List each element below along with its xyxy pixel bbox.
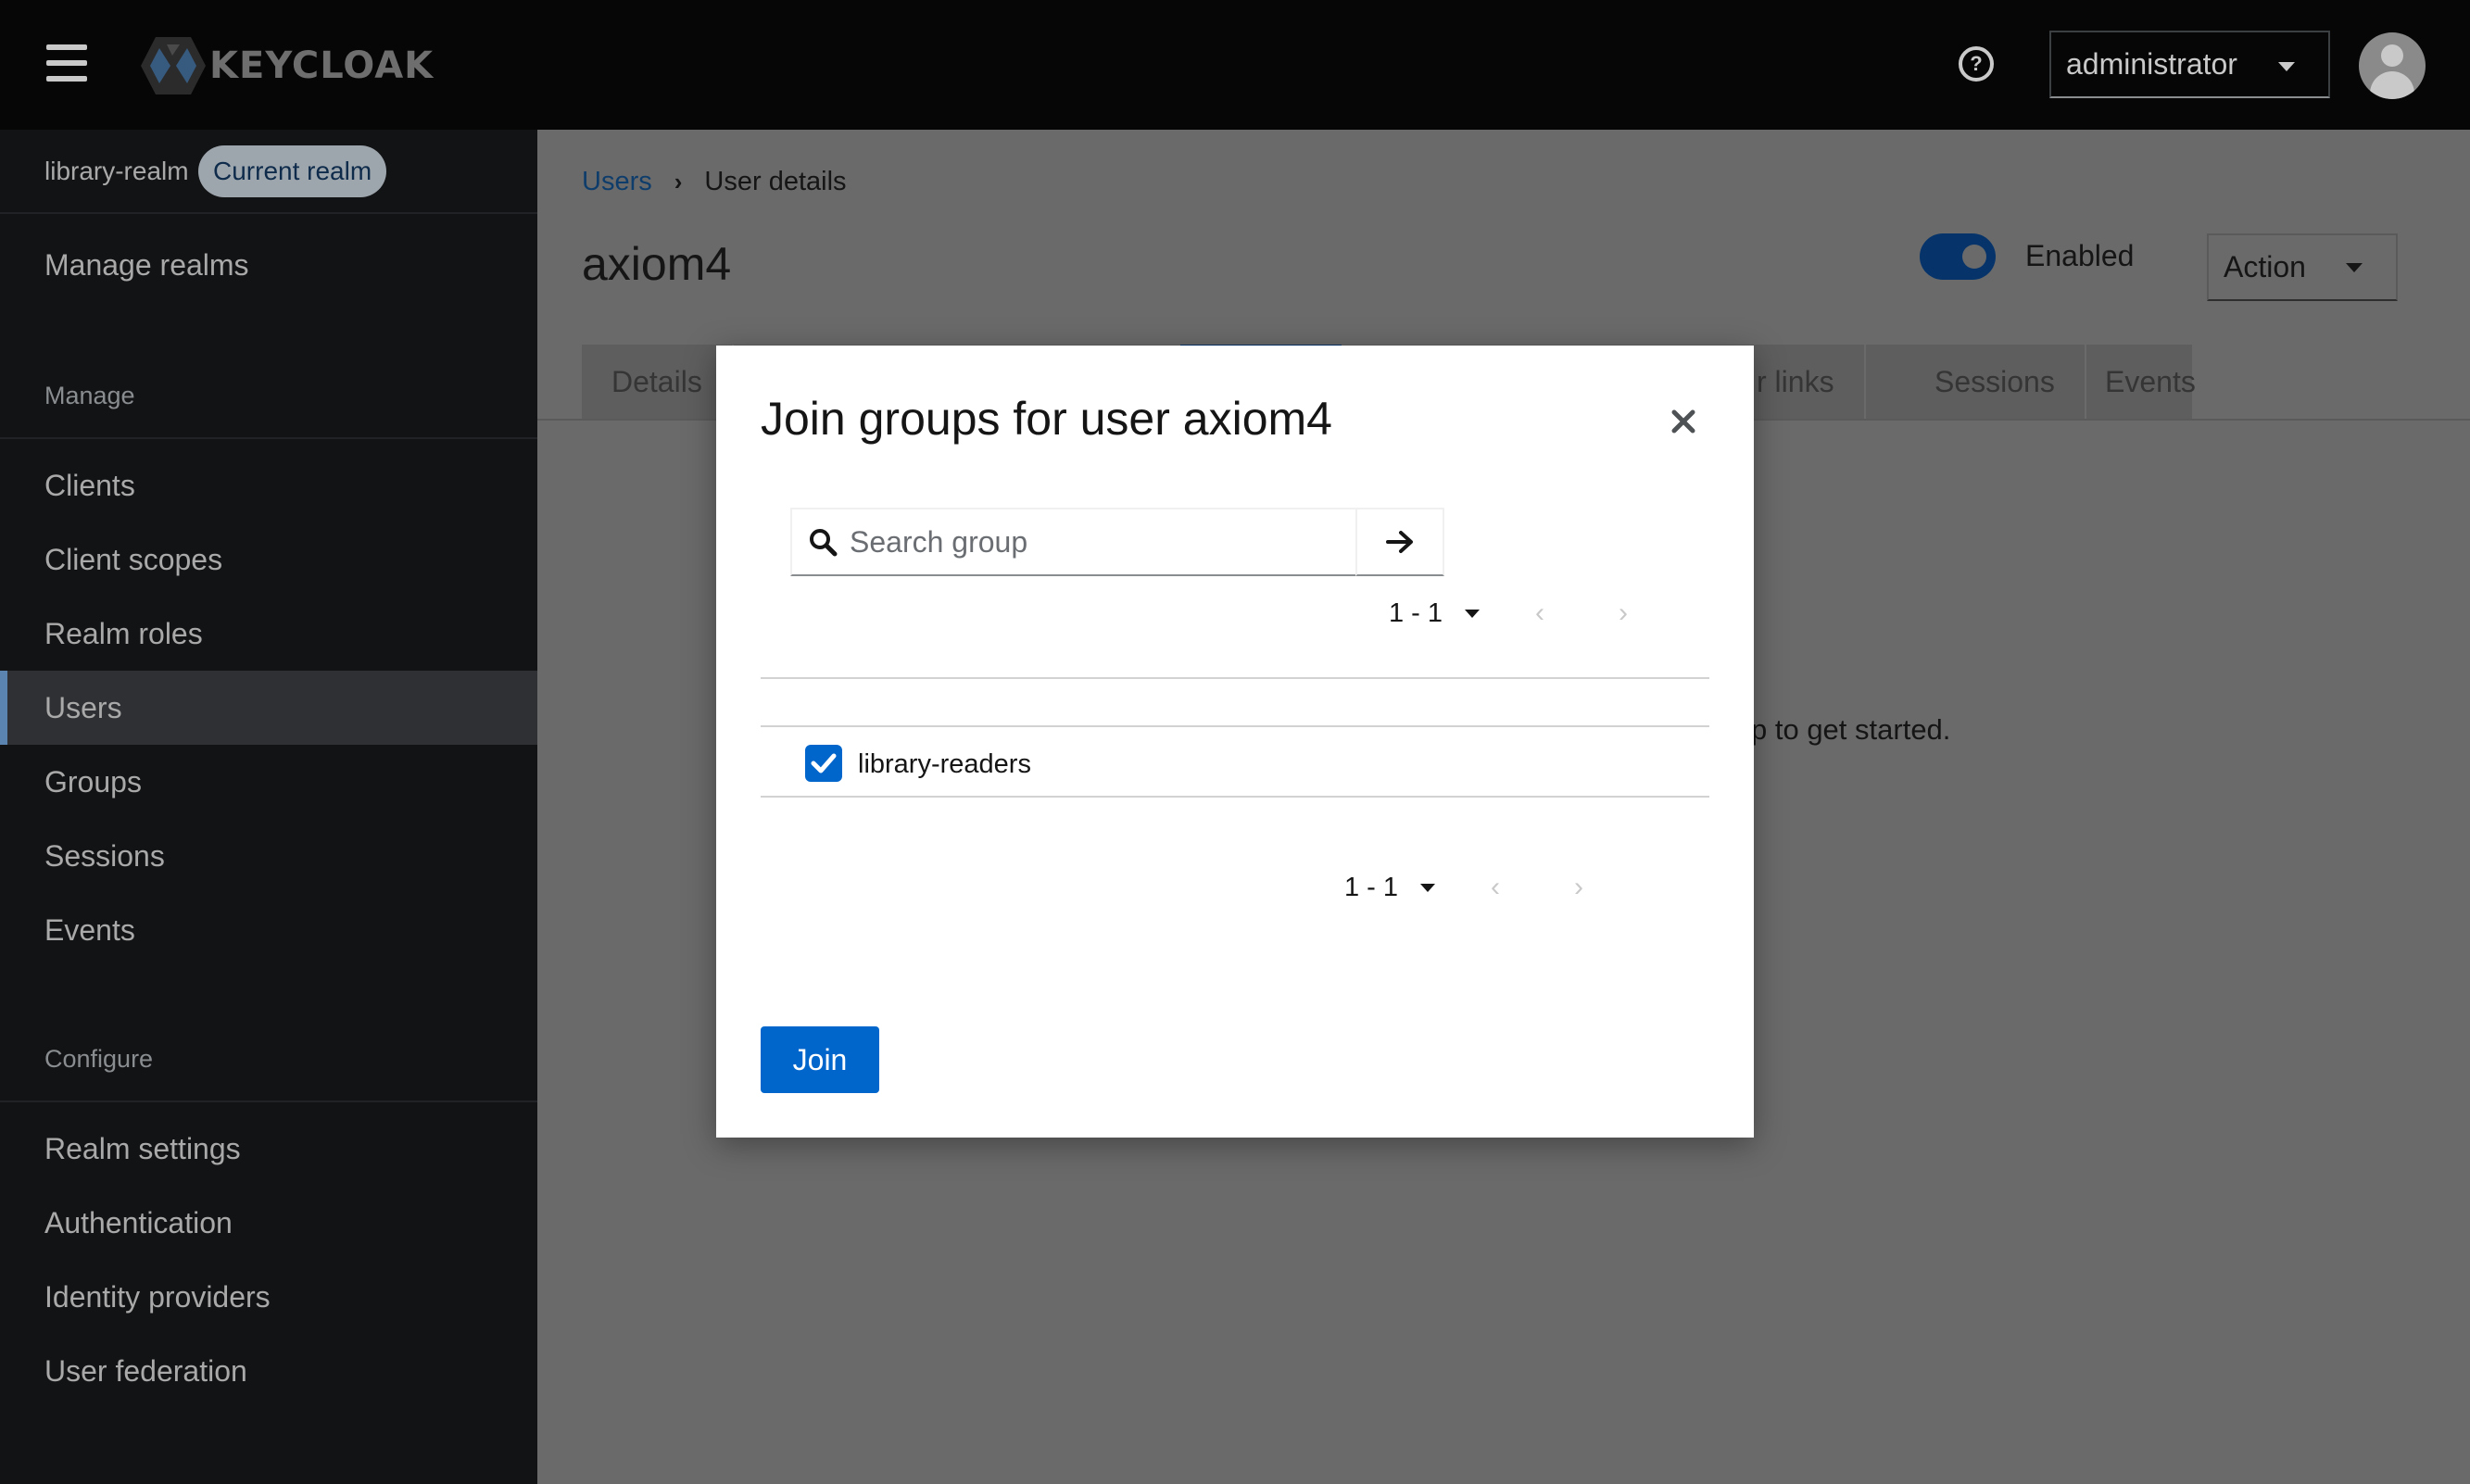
realm-name: library-realm bbox=[44, 157, 189, 185]
breadcrumb: Users › User details bbox=[582, 167, 847, 197]
prev-page-icon[interactable]: ‹ bbox=[1535, 597, 1544, 629]
realm-selector[interactable]: library-realm Current realm bbox=[0, 130, 537, 214]
help-icon[interactable]: ? bbox=[1959, 46, 1994, 82]
close-icon[interactable] bbox=[1665, 403, 1702, 440]
tab-identity-provider-links[interactable]: r links bbox=[1757, 345, 1866, 419]
pagination-bottom: 1 - 1 ‹ › bbox=[1344, 872, 1583, 903]
group-checkbox[interactable] bbox=[805, 745, 842, 782]
logo-text: KEYCLOAK bbox=[209, 44, 435, 87]
enabled-label: Enabled bbox=[2025, 239, 2135, 272]
hamburger-menu-icon[interactable] bbox=[46, 44, 87, 82]
search-group-box bbox=[790, 508, 1444, 576]
empty-state-text: p to get started. bbox=[1751, 713, 1951, 746]
search-group-input[interactable] bbox=[850, 524, 1267, 560]
table-row: library-readers bbox=[761, 727, 1709, 799]
prev-page-icon[interactable]: ‹ bbox=[1491, 872, 1500, 903]
nav-item-users[interactable]: Users bbox=[44, 691, 122, 725]
arrow-right-icon bbox=[1386, 531, 1413, 553]
table-row-rule bbox=[761, 796, 1709, 798]
checkmark-icon bbox=[811, 753, 837, 773]
nav-item-realm-settings[interactable]: Realm settings bbox=[44, 1132, 241, 1166]
nav-divider bbox=[0, 1100, 537, 1102]
keycloak-logo[interactable]: KEYCLOAK bbox=[139, 35, 434, 96]
pagination-top: 1 - 1 ‹ › bbox=[1389, 597, 1628, 629]
nav-item-realm-roles[interactable]: Realm roles bbox=[44, 617, 203, 651]
nav-item-identity-providers[interactable]: Identity providers bbox=[44, 1280, 271, 1314]
breadcrumb-users-link[interactable]: Users bbox=[582, 167, 652, 197]
tab-details[interactable]: Details bbox=[582, 345, 734, 419]
user-dropdown-label: administrator bbox=[2066, 47, 2237, 81]
join-button[interactable]: Join bbox=[761, 1026, 879, 1093]
nav-item-events[interactable]: Events bbox=[44, 913, 135, 948]
enabled-toggle[interactable] bbox=[1920, 233, 1996, 280]
caret-down-icon bbox=[2278, 62, 2295, 71]
pagination-range[interactable]: 1 - 1 bbox=[1344, 873, 1398, 903]
sidebar: library-realm Current realm Manage realm… bbox=[0, 130, 537, 1484]
next-page-icon[interactable]: › bbox=[1619, 597, 1628, 629]
current-realm-badge: Current realm bbox=[198, 145, 387, 197]
search-submit-button[interactable] bbox=[1355, 508, 1444, 576]
caret-down-icon[interactable] bbox=[1420, 883, 1436, 892]
nav-manage-realms[interactable]: Manage realms bbox=[44, 248, 249, 283]
table-header-rule bbox=[761, 677, 1709, 679]
pagination-range[interactable]: 1 - 1 bbox=[1389, 598, 1443, 629]
nav-section-manage: Manage bbox=[44, 382, 135, 409]
action-dropdown[interactable]: Action bbox=[2207, 233, 2398, 301]
nav-divider bbox=[0, 437, 537, 439]
tab-events[interactable]: Events bbox=[2075, 345, 2227, 419]
toggle-knob bbox=[1962, 245, 1986, 269]
nav-item-sessions[interactable]: Sessions bbox=[44, 839, 165, 874]
action-dropdown-label: Action bbox=[2224, 250, 2306, 283]
nav-section-configure: Configure bbox=[44, 1045, 154, 1073]
nav-item-client-scopes[interactable]: Client scopes bbox=[44, 543, 222, 577]
nav-item-clients[interactable]: Clients bbox=[44, 469, 135, 503]
nav-item-user-federation[interactable]: User federation bbox=[44, 1354, 247, 1389]
breadcrumb-current: User details bbox=[704, 167, 847, 196]
modal-title: Join groups for user axiom4 bbox=[761, 393, 1332, 445]
masthead: KEYCLOAK ? administrator bbox=[0, 0, 2470, 130]
group-name: library-readers bbox=[858, 749, 1031, 779]
user-dropdown[interactable]: administrator bbox=[2049, 31, 2330, 98]
next-page-icon[interactable]: › bbox=[1574, 872, 1583, 903]
avatar-body bbox=[2370, 71, 2414, 99]
join-groups-modal: Join groups for user axiom4 1 - 1 ‹ › bbox=[716, 346, 1754, 1138]
caret-down-icon bbox=[2346, 263, 2363, 272]
nav-item-authentication[interactable]: Authentication bbox=[44, 1206, 233, 1240]
nav-item-groups[interactable]: Groups bbox=[44, 765, 142, 799]
search-icon bbox=[805, 524, 840, 560]
page-title: axiom4 bbox=[582, 238, 732, 290]
keycloak-logo-icon bbox=[141, 37, 206, 94]
tab-sessions[interactable]: Sessions bbox=[1905, 345, 2086, 419]
avatar[interactable] bbox=[2359, 32, 2426, 99]
caret-down-icon[interactable] bbox=[1465, 609, 1481, 618]
avatar-head bbox=[2381, 44, 2403, 67]
chevron-right-icon: › bbox=[674, 168, 683, 195]
